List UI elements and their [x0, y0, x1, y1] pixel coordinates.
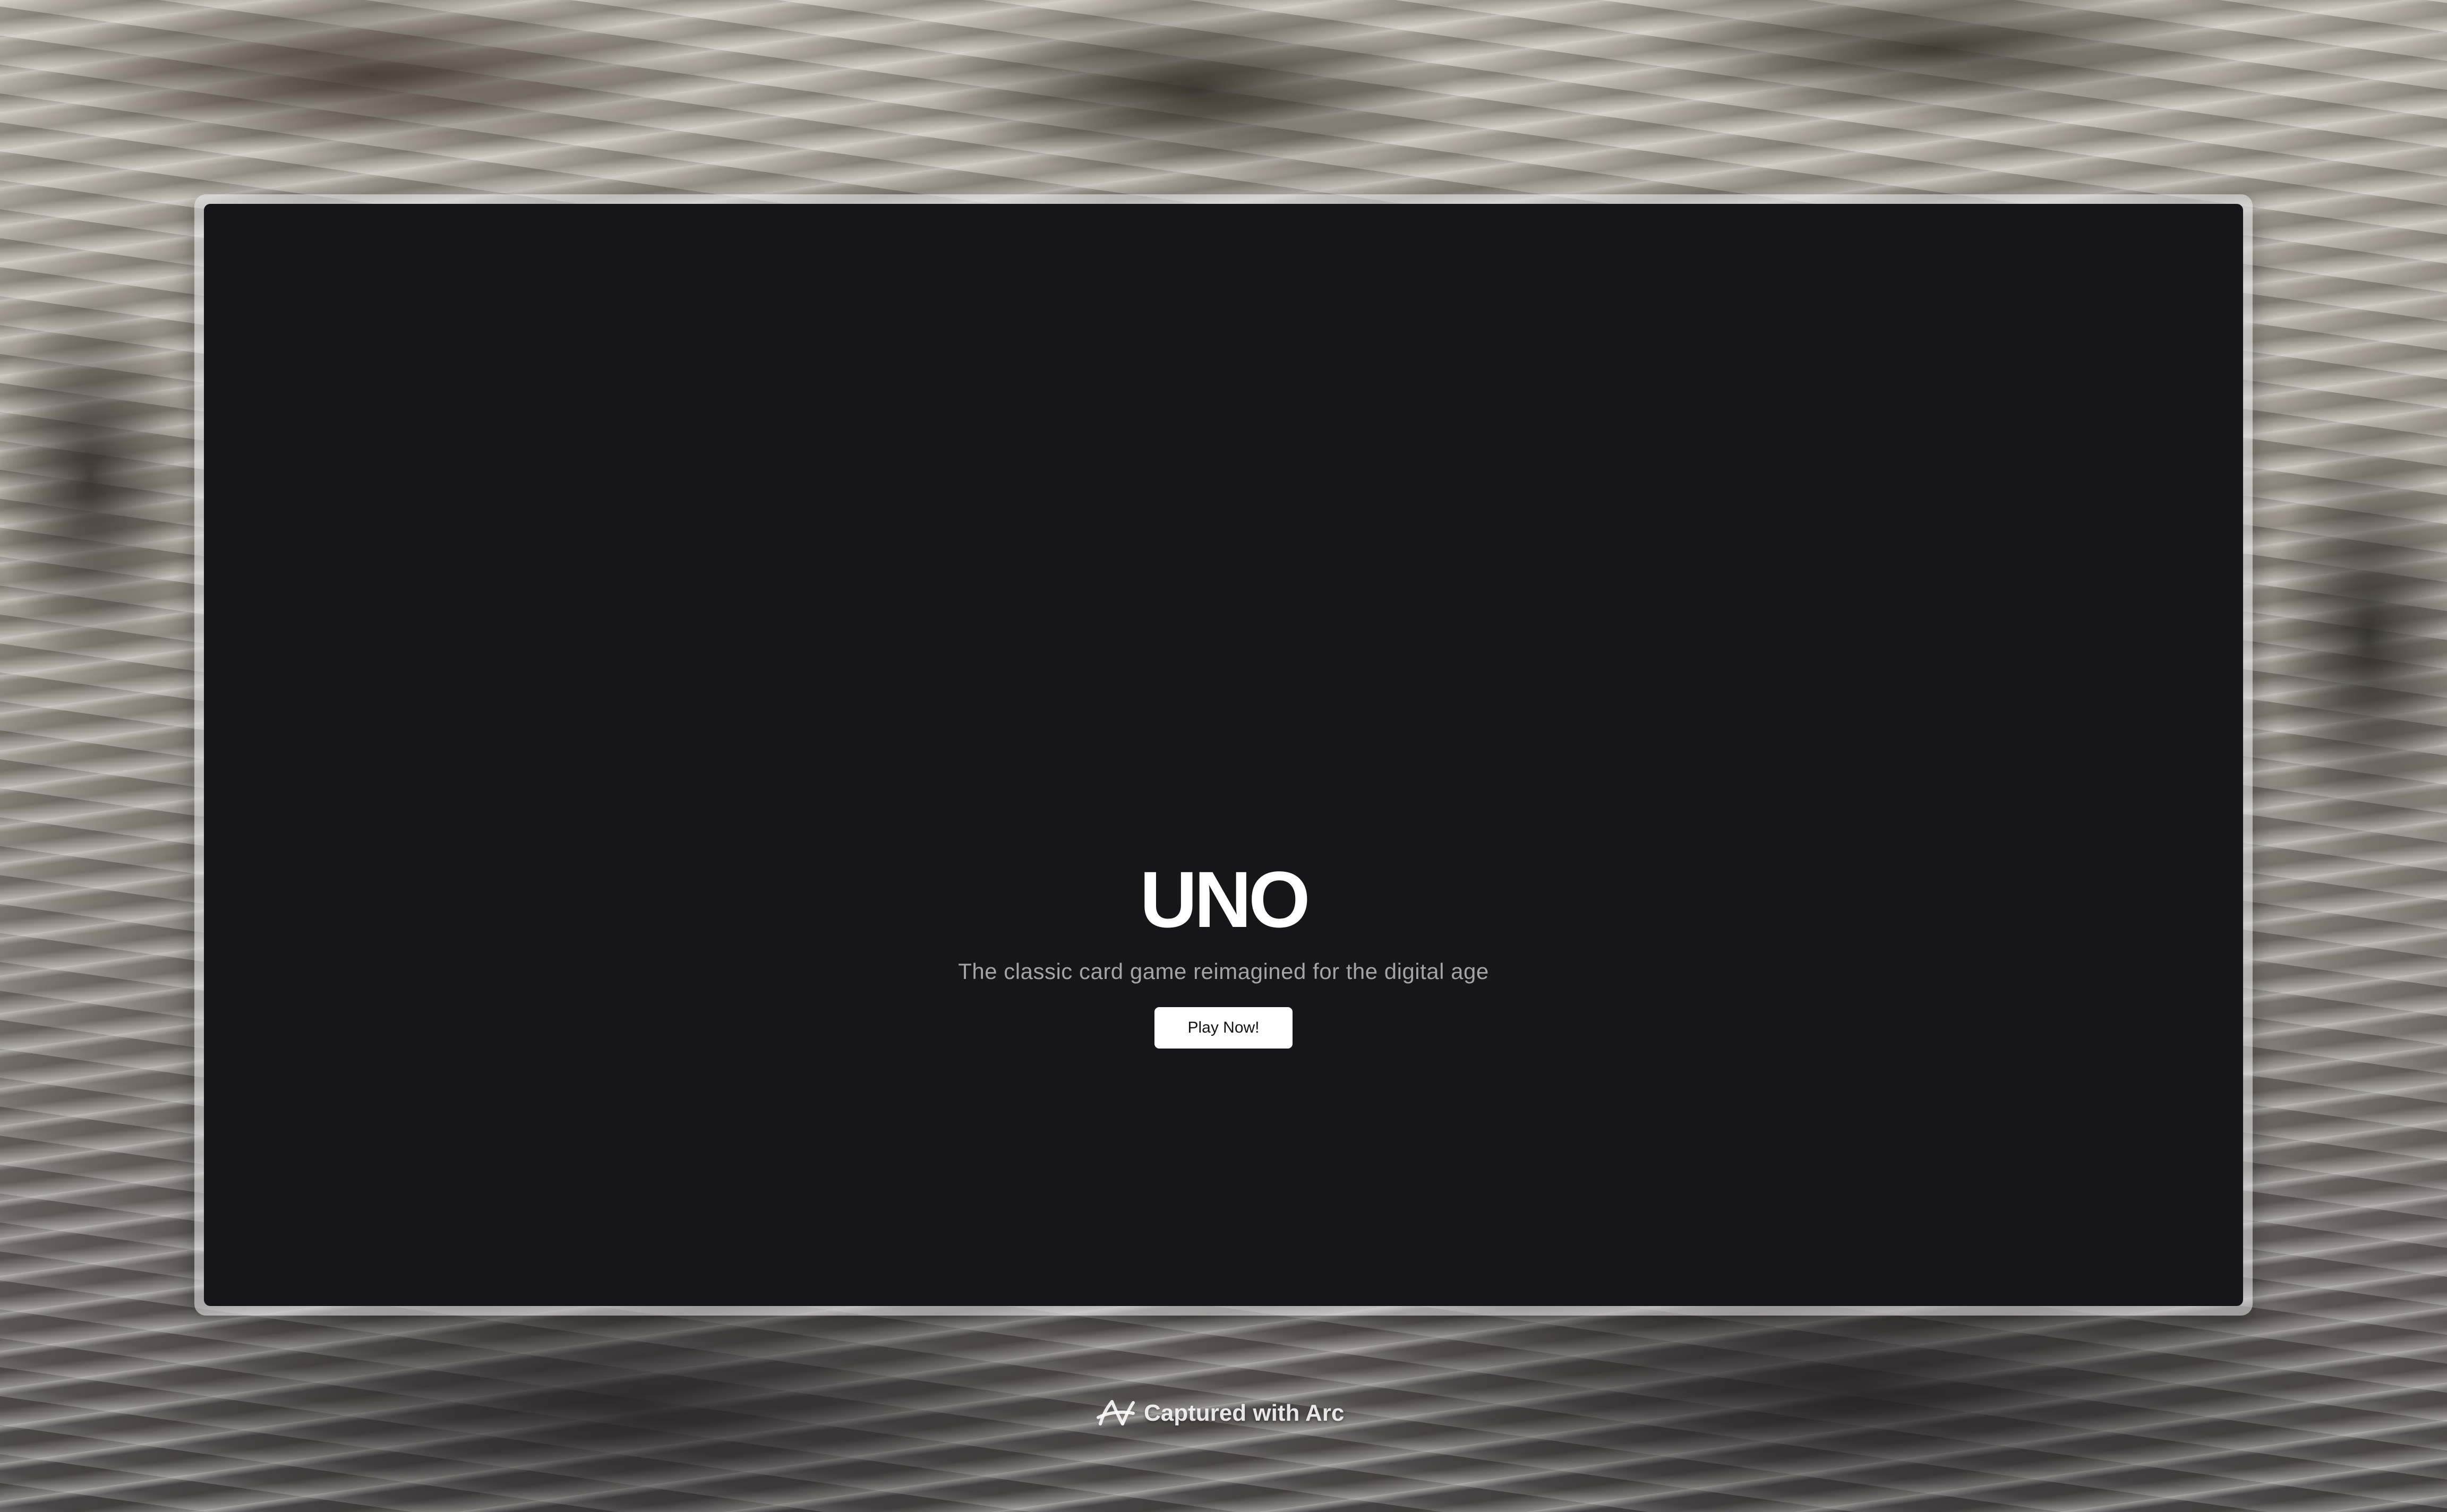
play-now-button[interactable]: Play Now!	[1154, 1007, 1293, 1049]
game-title: UNO	[1140, 855, 1310, 944]
capture-badge: Captured with Arc	[1096, 1392, 1344, 1434]
capture-caption: Captured with Arc	[1144, 1400, 1345, 1426]
game-tagline: The classic card game reimagined for the…	[958, 959, 1489, 984]
hero-section: UNO The classic card game reimagined for…	[204, 854, 2243, 1049]
arc-logo-icon	[1097, 1400, 1135, 1425]
app-window: UNO The classic card game reimagined for…	[204, 204, 2243, 1306]
